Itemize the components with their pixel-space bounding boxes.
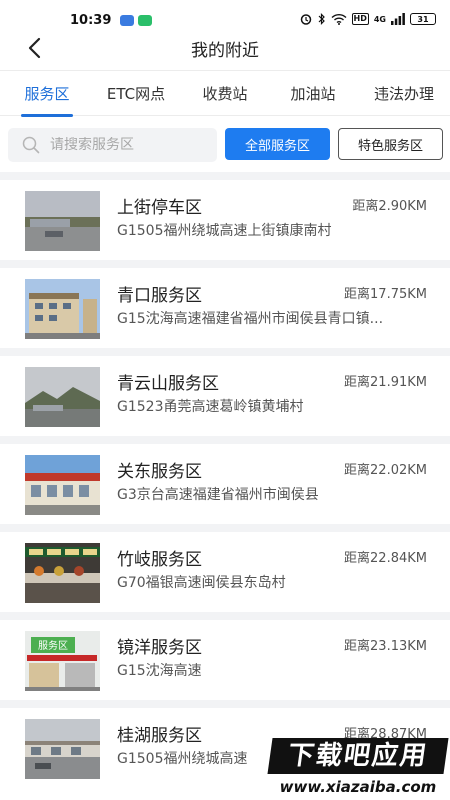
header: 我的附近: [0, 28, 450, 68]
search-input[interactable]: [50, 137, 200, 153]
watermark-logo: 下载吧应用 www.xiazaiba.com: [267, 738, 449, 798]
thumbnail-image: [25, 367, 100, 427]
item-name: 关东服务区: [117, 462, 202, 482]
list-item[interactable]: 服务区 镜洋服务区 距离23.13KM G15沈海高速: [0, 620, 450, 700]
thumbnail-sign-text: 服务区: [38, 639, 68, 652]
app-notification-icon: [120, 15, 134, 26]
thumbnail-image: [25, 455, 100, 515]
hd-badge: HD: [351, 13, 369, 25]
thumbnail-image: [25, 719, 100, 779]
signal-icon: [391, 13, 405, 25]
list-divider: [0, 700, 450, 708]
list-item[interactable]: 上街停车区 距离2.90KM G1505福州绕城高速上街镇康南村: [0, 180, 450, 260]
item-distance: 距离2.90KM: [352, 199, 427, 214]
tab-etc-outlet[interactable]: ETC网点: [90, 71, 182, 117]
list-divider: [0, 436, 450, 444]
list-divider: [0, 524, 450, 532]
item-name: 镜洋服务区: [117, 638, 202, 658]
list-divider: [0, 348, 450, 356]
message-notification-icon: [138, 15, 152, 26]
thumbnail-image: [25, 543, 100, 603]
item-name: 青口服务区: [117, 286, 202, 306]
item-address: G15沈海高速: [117, 663, 202, 679]
wifi-icon: [331, 13, 347, 25]
tab-toll-station[interactable]: 收费站: [182, 71, 268, 117]
thumbnail-image: [25, 279, 100, 339]
list-divider: [0, 172, 450, 180]
list-item[interactable]: 青口服务区 距离17.75KM G15沈海高速福建省福州市闽侯县青口镇...: [0, 268, 450, 348]
special-service-areas-button[interactable]: 特色服务区: [338, 128, 443, 160]
item-distance: 距离22.84KM: [344, 551, 427, 566]
item-distance: 距离21.91KM: [344, 375, 427, 390]
notification-icons: [120, 15, 152, 26]
battery-level: 31: [417, 14, 429, 24]
status-bar: 10:39 HD 4G 31: [0, 0, 450, 28]
item-distance: 距离23.13KM: [344, 639, 427, 654]
item-address: G15沈海高速福建省福州市闽侯县青口镇...: [117, 311, 384, 327]
item-address: G3京台高速福建省福州市闽侯县: [117, 487, 319, 503]
service-area-list: 上街停车区 距离2.90KM G1505福州绕城高速上街镇康南村 青口服务区 距…: [0, 172, 450, 788]
item-name: 上街停车区: [117, 198, 202, 218]
battery-icon: 31: [410, 13, 436, 25]
list-divider: [0, 612, 450, 620]
thumbnail-image: [25, 191, 100, 251]
item-name: 竹岐服务区: [117, 550, 202, 570]
item-name: 桂湖服务区: [117, 726, 202, 746]
watermark-url: www.xiazaiba.com: [279, 778, 437, 796]
all-service-areas-button[interactable]: 全部服务区: [225, 128, 330, 160]
bluetooth-icon: [318, 13, 325, 25]
tab-violation[interactable]: 违法办理: [358, 71, 450, 117]
search-icon: [22, 136, 40, 154]
item-name: 青云山服务区: [117, 374, 219, 394]
tab-service-area[interactable]: 服务区: [4, 71, 90, 117]
list-item[interactable]: 青云山服务区 距离21.91KM G1523甬莞高速葛岭镇黄埔村: [0, 356, 450, 436]
list-item[interactable]: 竹岐服务区 距离22.84KM G70福银高速闽侯县东岛村: [0, 532, 450, 612]
item-address: G70福银高速闽侯县东岛村: [117, 575, 286, 591]
search-row: 全部服务区 特色服务区: [0, 128, 450, 164]
item-address: G1523甬莞高速葛岭镇黄埔村: [117, 399, 304, 415]
item-address: G1505福州绕城高速上街镇康南村: [117, 223, 332, 239]
list-item[interactable]: 关东服务区 距离22.02KM G3京台高速福建省福州市闽侯县: [0, 444, 450, 524]
network-label: 4G: [373, 14, 386, 24]
list-divider: [0, 260, 450, 268]
category-tabs: 服务区 ETC网点 收费站 加油站 违法办理: [0, 70, 450, 116]
watermark-title: 下载吧应用: [267, 738, 449, 774]
item-distance: 距离17.75KM: [344, 287, 427, 302]
status-indicators: HD 4G 31: [300, 13, 436, 25]
item-distance: 距离22.02KM: [344, 463, 427, 478]
search-box[interactable]: [8, 128, 217, 162]
thumbnail-image: 服务区: [25, 631, 100, 691]
alarm-icon: [300, 14, 311, 25]
tab-gas-station[interactable]: 加油站: [268, 71, 358, 117]
status-time: 10:39: [70, 13, 112, 28]
page-title: 我的附近: [191, 41, 259, 61]
